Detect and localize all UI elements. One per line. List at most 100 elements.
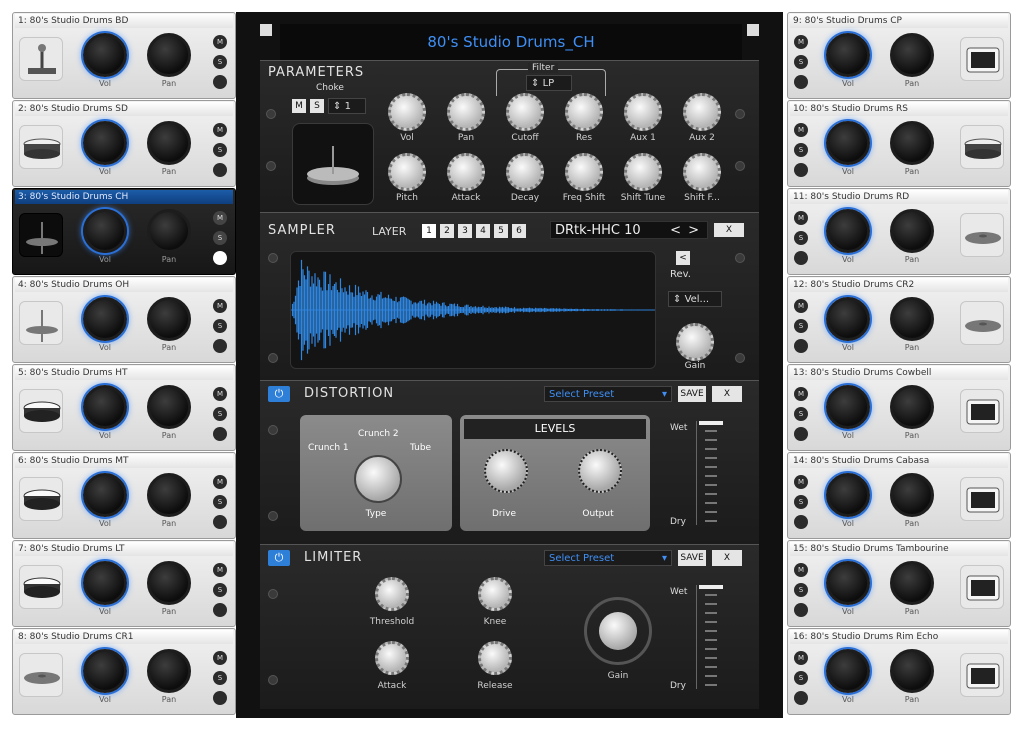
pad-15[interactable]: 15: 80's Studio Drums Tambourine Vol Pan M S — [787, 540, 1011, 627]
mute-button[interactable]: M — [794, 123, 808, 137]
vol-knob[interactable] — [826, 121, 870, 165]
pan-knob[interactable] — [890, 121, 934, 165]
mute-button[interactable]: M — [794, 651, 808, 665]
pad-11[interactable]: 11: 80's Studio Drums RD Vol Pan M S — [787, 188, 1011, 275]
vol-knob[interactable] — [826, 33, 870, 77]
attack-knob[interactable] — [375, 641, 409, 675]
limiter-preset-select[interactable]: Select Preset ▾ — [544, 550, 672, 566]
pan-knob[interactable] — [147, 121, 191, 165]
previous-sample-button[interactable]: < — [670, 222, 681, 240]
vol-knob[interactable] — [83, 33, 127, 77]
waveform-display[interactable] — [290, 251, 656, 369]
pan-knob[interactable] — [147, 297, 191, 341]
vol-knob[interactable] — [83, 297, 127, 341]
output-toggle-button[interactable] — [794, 427, 808, 441]
solo-button[interactable]: S — [794, 583, 808, 597]
choke-select[interactable]: ⇕ 1 — [328, 98, 366, 114]
distortion-power-button[interactable]: ⏻ — [268, 386, 290, 402]
limiter-gain-knob[interactable] — [599, 612, 637, 650]
knee-knob[interactable] — [478, 577, 512, 611]
vol-knob[interactable] — [83, 209, 127, 253]
output-toggle-button[interactable] — [213, 339, 227, 353]
vol-knob[interactable] — [826, 473, 870, 517]
param-knob-aux-2[interactable] — [683, 93, 721, 131]
output-toggle-button[interactable] — [794, 515, 808, 529]
pad-8[interactable]: 8: 80's Studio Drums CR1 Vol Pan M S — [12, 628, 236, 715]
param-knob-freq-shift[interactable] — [565, 153, 603, 191]
mute-button[interactable]: M — [794, 35, 808, 49]
solo-button[interactable]: S — [213, 55, 227, 69]
param-knob-pan[interactable] — [447, 93, 485, 131]
instrument-title[interactable]: 80's Studio Drums_CH — [280, 24, 742, 60]
pan-knob[interactable] — [147, 561, 191, 605]
solo-button[interactable]: S — [794, 231, 808, 245]
output-toggle-button[interactable] — [213, 691, 227, 705]
param-knob-shift-tune[interactable] — [624, 153, 662, 191]
solo-button[interactable]: S — [794, 671, 808, 685]
sampler-close-button[interactable]: X — [714, 223, 744, 237]
output-toggle-button[interactable] — [213, 251, 227, 265]
vol-knob[interactable] — [826, 297, 870, 341]
mute-button[interactable]: M — [794, 563, 808, 577]
layer-5-button[interactable]: 5 — [494, 224, 508, 238]
output-toggle-button[interactable] — [794, 75, 808, 89]
release-knob[interactable] — [478, 641, 512, 675]
pan-knob[interactable] — [147, 649, 191, 693]
mute-button[interactable]: M — [794, 299, 808, 313]
pan-knob[interactable] — [890, 473, 934, 517]
pad-10[interactable]: 10: 80's Studio Drums RS Vol Pan M S — [787, 100, 1011, 187]
solo-button[interactable]: S — [794, 143, 808, 157]
mute-button[interactable]: M — [213, 299, 227, 313]
param-knob-aux-1[interactable] — [624, 93, 662, 131]
slider-handle[interactable] — [699, 585, 723, 589]
pad-12[interactable]: 12: 80's Studio Drums CR2 Vol Pan M S — [787, 276, 1011, 363]
pan-knob[interactable] — [890, 297, 934, 341]
pan-knob[interactable] — [890, 385, 934, 429]
pan-knob[interactable] — [147, 473, 191, 517]
type-knob[interactable] — [354, 455, 402, 503]
distortion-wet-dry-slider[interactable] — [696, 421, 727, 525]
next-sample-button[interactable]: > — [688, 222, 699, 240]
pad-16[interactable]: 16: 80's Studio Drums Rim Echo Vol Pan M S — [787, 628, 1011, 715]
param-knob-attack[interactable] — [447, 153, 485, 191]
threshold-knob[interactable] — [375, 577, 409, 611]
solo-button[interactable]: S — [213, 143, 227, 157]
limiter-power-button[interactable]: ⏻ — [268, 550, 290, 566]
drive-knob[interactable] — [484, 449, 528, 493]
limiter-wet-dry-slider[interactable] — [696, 585, 727, 689]
solo-button[interactable]: S — [213, 583, 227, 597]
vol-knob[interactable] — [83, 473, 127, 517]
mute-button[interactable]: M — [794, 211, 808, 225]
layer-4-button[interactable]: 4 — [476, 224, 490, 238]
vol-knob[interactable] — [83, 385, 127, 429]
vol-knob[interactable] — [826, 385, 870, 429]
pad-7[interactable]: 7: 80's Studio Drums LT Vol Pan M S — [12, 540, 236, 627]
param-knob-shift-f-[interactable] — [683, 153, 721, 191]
output-toggle-button[interactable] — [794, 339, 808, 353]
vol-knob[interactable] — [83, 649, 127, 693]
distortion-close-button[interactable]: X — [712, 386, 742, 402]
pan-knob[interactable] — [890, 649, 934, 693]
velocity-select[interactable]: ⇕ Vel... — [668, 291, 722, 307]
pan-knob[interactable] — [890, 33, 934, 77]
pan-knob[interactable] — [890, 561, 934, 605]
output-knob[interactable] — [578, 449, 622, 493]
output-toggle-button[interactable] — [213, 515, 227, 529]
pad-2[interactable]: 2: 80's Studio Drums SD Vol Pan M S — [12, 100, 236, 187]
filter-select[interactable]: ⇕ LP — [526, 75, 572, 91]
solo-button[interactable]: S — [213, 231, 227, 245]
solo-button[interactable]: S — [213, 407, 227, 421]
pad-4[interactable]: 4: 80's Studio Drums OH Vol Pan M S — [12, 276, 236, 363]
mute-button[interactable]: M — [213, 123, 227, 137]
vol-knob[interactable] — [83, 121, 127, 165]
output-toggle-button[interactable] — [794, 603, 808, 617]
param-knob-decay[interactable] — [506, 153, 544, 191]
solo-button[interactable]: S — [794, 55, 808, 69]
output-toggle-button[interactable] — [794, 163, 808, 177]
gain-knob[interactable] — [676, 323, 714, 361]
sample-name[interactable]: DRtk-HHC 10 < > — [550, 221, 708, 239]
mute-button[interactable]: M — [213, 475, 227, 489]
reverse-toggle[interactable]: < — [676, 251, 690, 265]
pad-3[interactable]: 3: 80's Studio Drums CH Vol Pan M S — [12, 188, 236, 275]
output-toggle-button[interactable] — [794, 691, 808, 705]
